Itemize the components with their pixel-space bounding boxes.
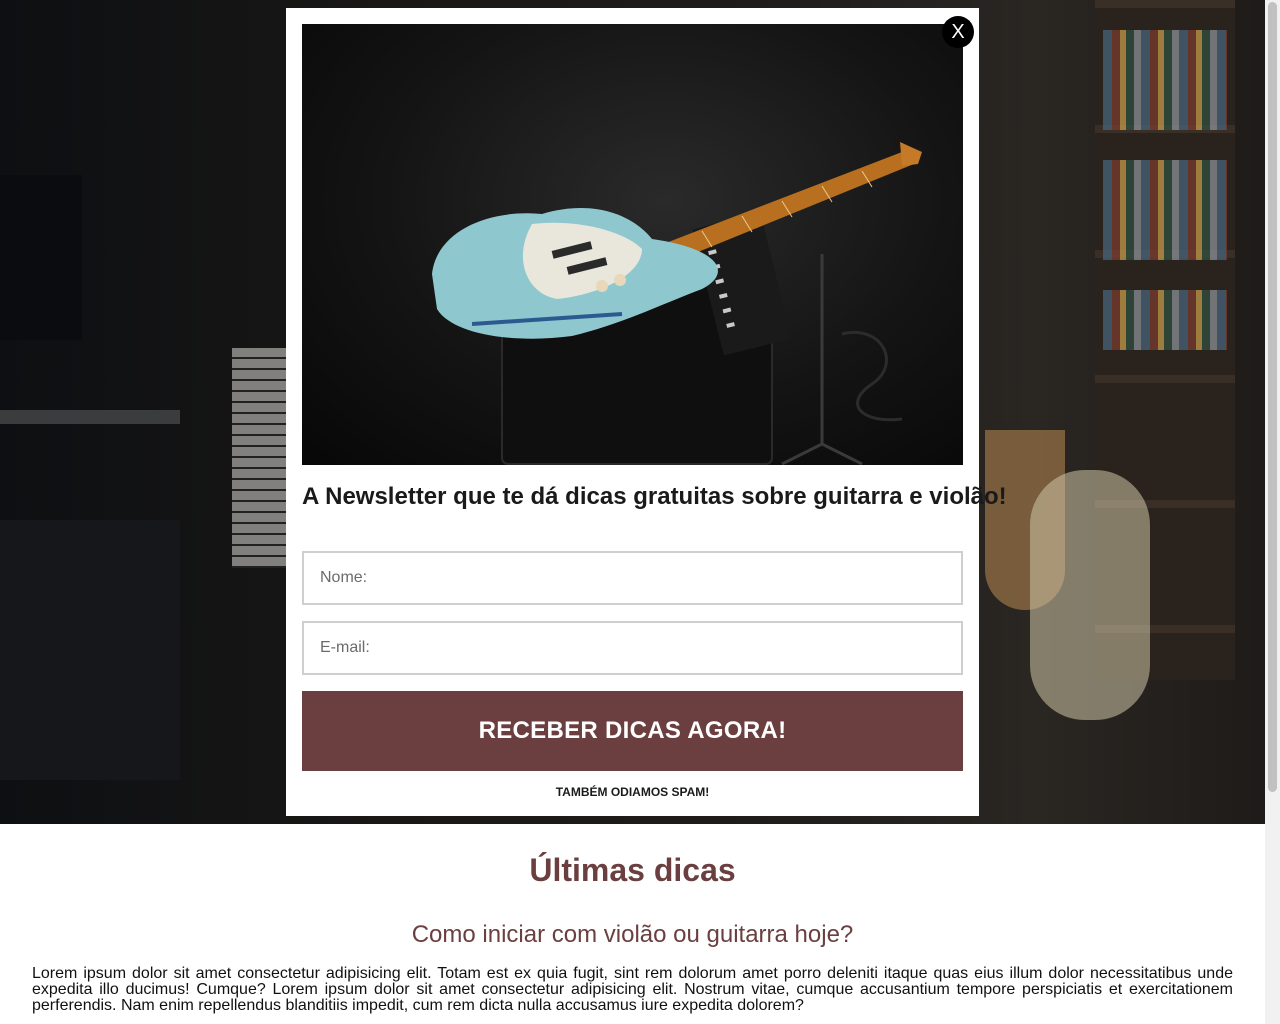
- close-button[interactable]: X: [942, 16, 974, 48]
- hero-desk: [0, 410, 180, 424]
- scrollbar[interactable]: [1265, 0, 1280, 1024]
- hero-window: [0, 175, 82, 340]
- section-title: Últimas dicas: [529, 852, 736, 888]
- post-body: Lorem ipsum dolor sit amet consectetur a…: [32, 965, 1233, 1014]
- hero-keyboard: [232, 348, 288, 568]
- hero-amp: [0, 520, 180, 780]
- hero-books-row: [1103, 160, 1227, 260]
- spam-note: TAMBÉM ODIAMOS SPAM!: [555, 785, 710, 799]
- hero-books-row: [1103, 290, 1227, 350]
- post-title[interactable]: Como iniciar com violão ou guitarra hoje…: [0, 921, 1265, 949]
- newsletter-modal: A Newsletter que te dá dicas gratuitas s…: [286, 8, 1007, 816]
- hero-books-row: [1103, 30, 1227, 130]
- hero-electric-guitar: [1030, 470, 1150, 720]
- email-field[interactable]: [302, 621, 963, 675]
- electric-guitar-photo: [302, 24, 963, 465]
- guitar-illustration: [432, 142, 922, 465]
- subscribe-button[interactable]: RECEBER DICAS AGORA!: [302, 691, 963, 771]
- scrollbar-thumb[interactable]: [1268, 2, 1277, 792]
- newsletter-title: A Newsletter que te dá dicas gratuitas s…: [302, 483, 1007, 510]
- page: Últimas dicas Como iniciar com violão ou…: [0, 0, 1280, 1024]
- name-field[interactable]: [302, 551, 963, 605]
- latest-tips-section: Últimas dicas Como iniciar com violão ou…: [0, 824, 1265, 1024]
